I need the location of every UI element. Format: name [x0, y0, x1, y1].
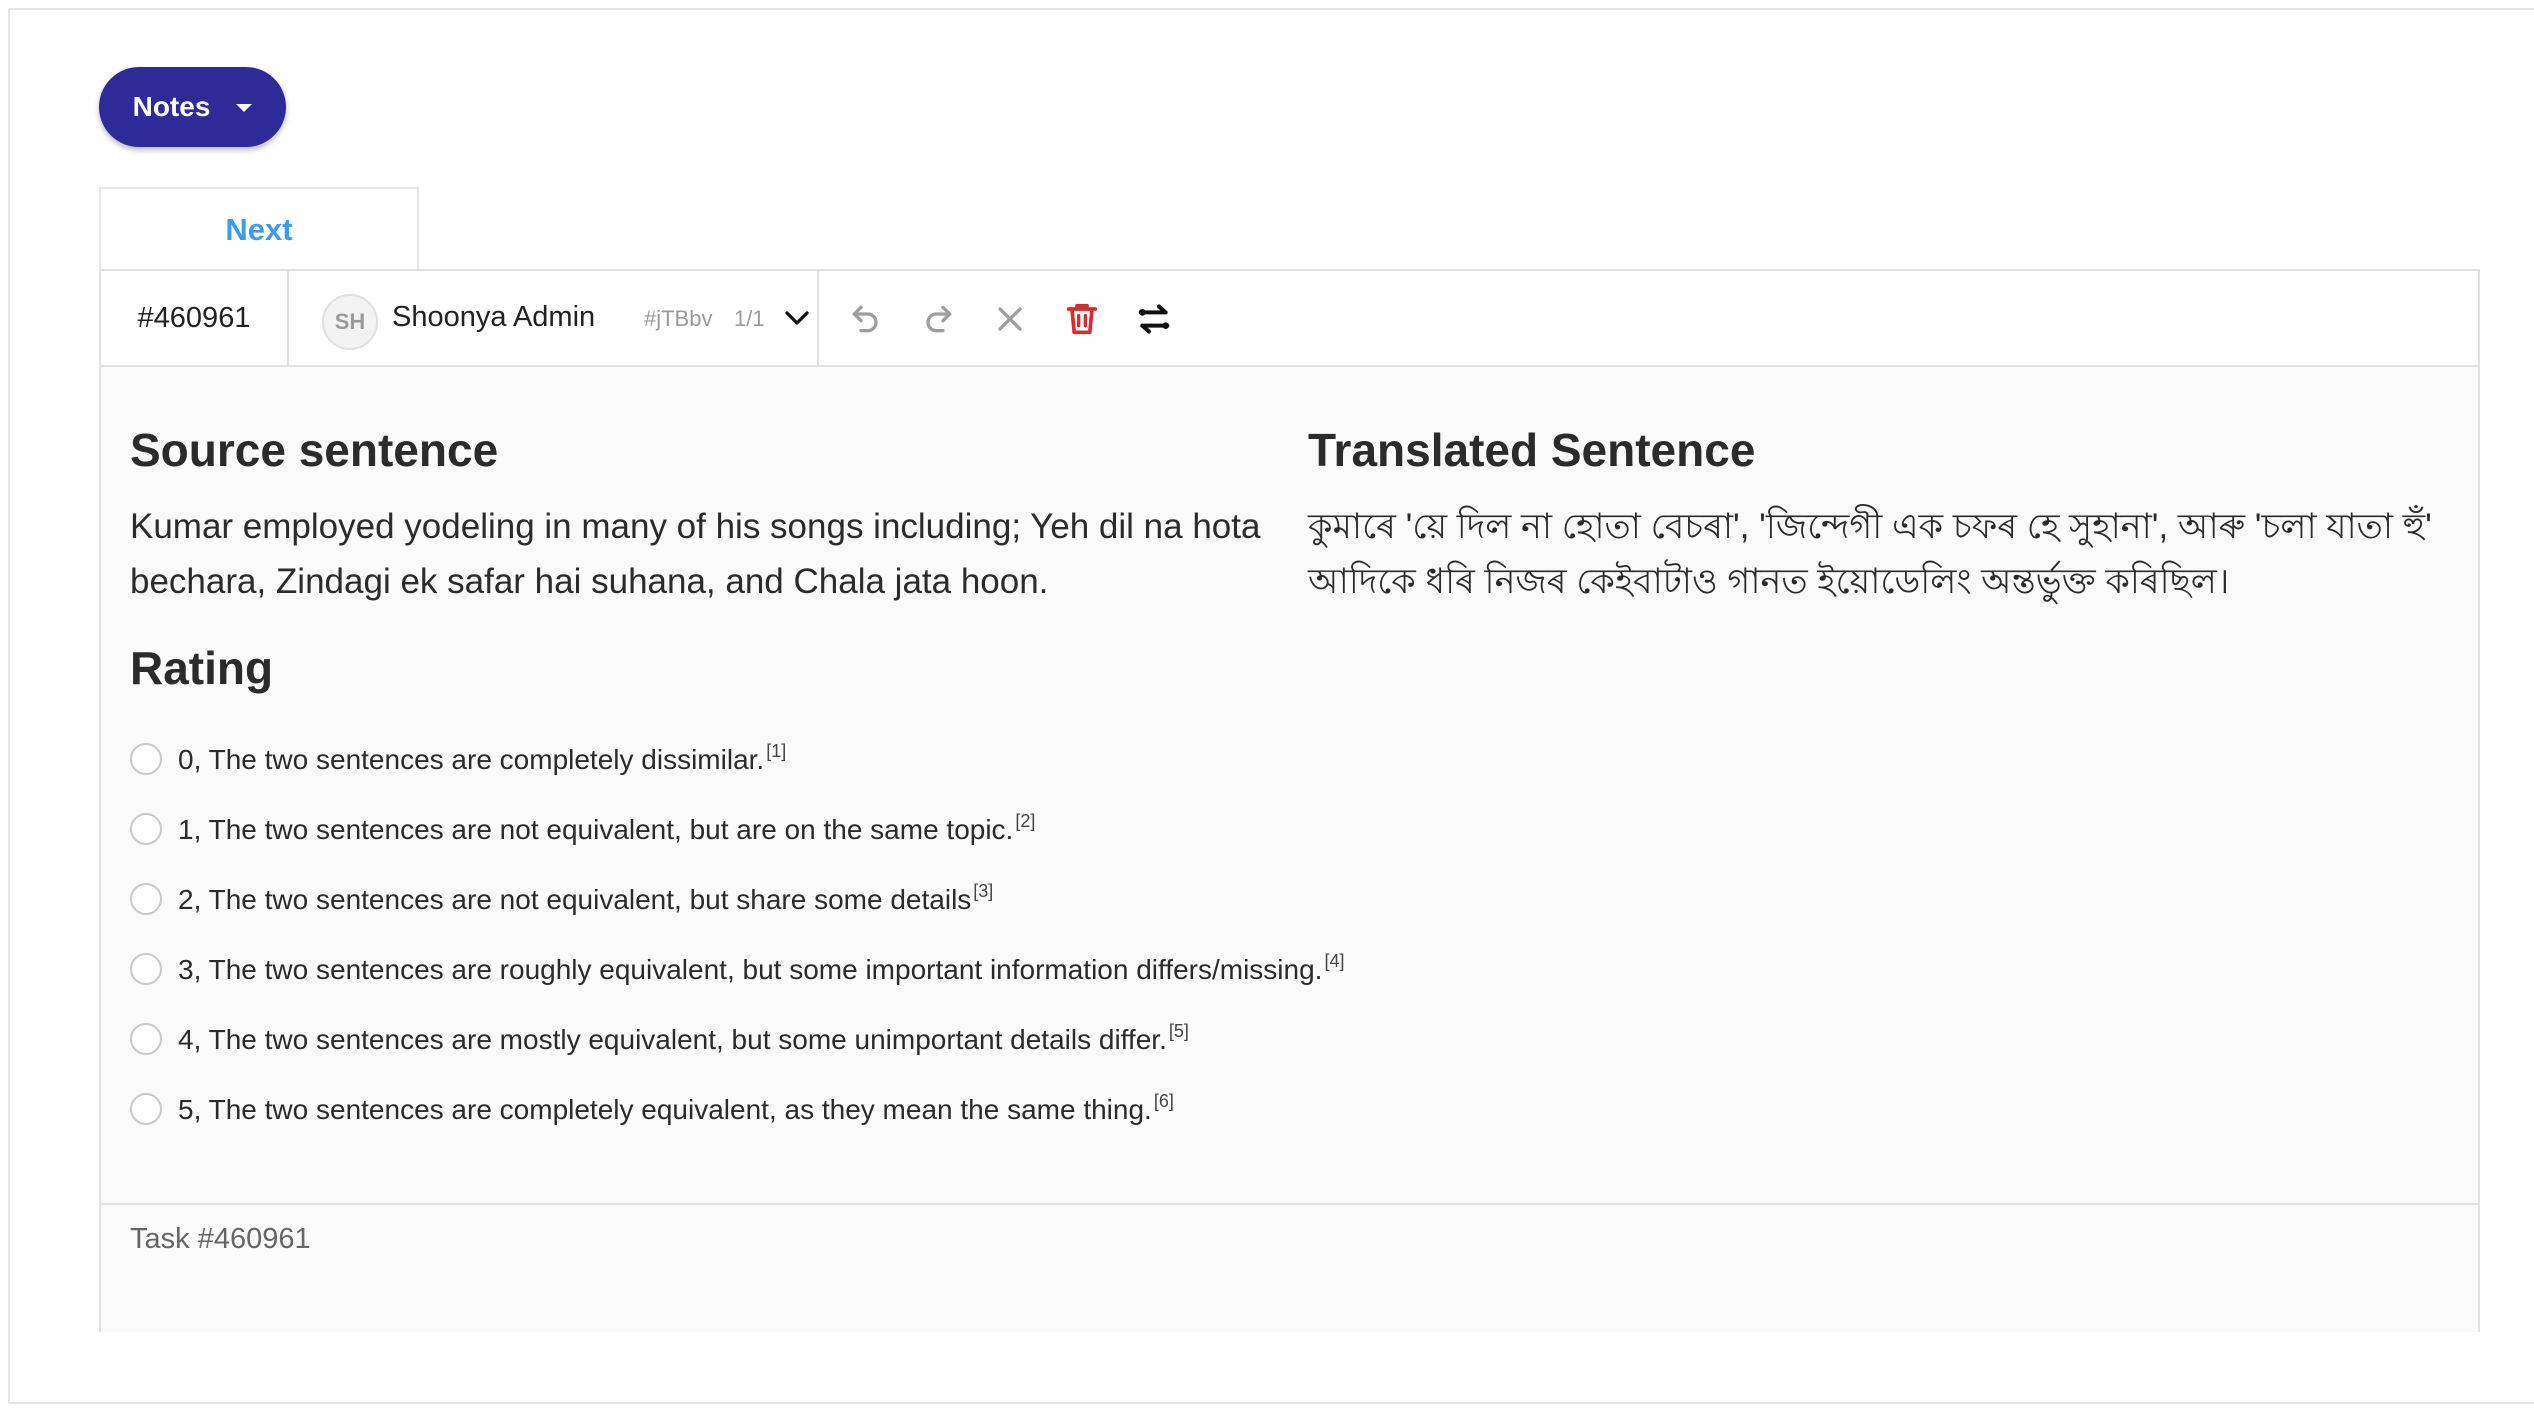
task-id: #460961 — [101, 271, 289, 365]
clear-icon[interactable] — [990, 299, 1030, 339]
annotator-hash: #jTBbv — [644, 306, 713, 331]
rating-option-label: 0, The two sentences are completely diss… — [178, 744, 765, 775]
notes-dropdown-button[interactable]: Notes — [99, 67, 286, 147]
rating-option-label: 2, The two sentences are not equivalent,… — [178, 884, 972, 915]
annotation-panel: #460961 SH Shoonya Admin #jTBbv 1/1 Sour… — [99, 269, 2480, 1332]
undo-icon[interactable] — [846, 299, 886, 339]
footnote-ref[interactable]: [5] — [1169, 1021, 1189, 1041]
source-sentence: Kumar employed yodeling in many of his s… — [130, 507, 1261, 601]
rating-option-1[interactable]: 1, The two sentences are not equivalent,… — [130, 811, 1035, 846]
radio-button[interactable] — [130, 952, 162, 985]
annotator-selector[interactable]: SH Shoonya Admin #jTBbv 1/1 — [289, 271, 819, 365]
notes-button-label: Notes — [132, 91, 211, 122]
chevron-down-icon[interactable] — [782, 303, 812, 333]
footnote-ref[interactable]: [3] — [973, 881, 993, 901]
translation-title: Translated Sentence — [1308, 424, 1756, 476]
redo-icon[interactable] — [918, 299, 958, 339]
annotation-count: 1/1 — [734, 306, 765, 331]
radio-button[interactable] — [130, 1092, 162, 1125]
next-button[interactable]: Next — [99, 187, 419, 271]
caret-down-icon — [236, 104, 253, 112]
radio-button[interactable] — [130, 812, 162, 845]
page-frame: Notes Next #460961 SH Shoonya Admin #jTB… — [8, 8, 2534, 1404]
rating-option-4[interactable]: 4, The two sentences are mostly equivale… — [130, 1021, 1189, 1056]
rating-option-5[interactable]: 5, The two sentences are completely equi… — [130, 1091, 1174, 1126]
rating-option-3[interactable]: 3, The two sentences are roughly equival… — [130, 951, 1344, 986]
rating-option-label: 4, The two sentences are mostly equivale… — [178, 1024, 1167, 1055]
footnote-ref[interactable]: [1] — [766, 741, 786, 761]
source-title: Source sentence — [130, 424, 499, 476]
task-footer: Task #460961 — [101, 1203, 2478, 1332]
rating-option-label: 5, The two sentences are completely equi… — [178, 1094, 1152, 1125]
rating-option-label: 3, The two sentences are roughly equival… — [178, 954, 1323, 985]
rating-option-0[interactable]: 0, The two sentences are completely diss… — [130, 741, 786, 776]
footnote-ref[interactable]: [2] — [1015, 811, 1035, 831]
delete-icon[interactable] — [1062, 299, 1102, 339]
annotator-name: Shoonya Admin — [392, 301, 596, 333]
radio-button[interactable] — [130, 882, 162, 915]
translated-sentence: কুমাৰে 'য়ে দিল না হোতা বেচৰা', 'জিন্দেগ… — [1308, 507, 2432, 601]
rating-option-2[interactable]: 2, The two sentences are not equivalent,… — [130, 881, 993, 916]
radio-button[interactable] — [130, 1022, 162, 1055]
rating-title: Rating — [130, 642, 274, 694]
annotation-toolbar: #460961 SH Shoonya Admin #jTBbv 1/1 — [101, 271, 2478, 367]
rating-option-label: 1, The two sentences are not equivalent,… — [178, 814, 1014, 845]
avatar: SH — [322, 294, 378, 350]
radio-button[interactable] — [130, 742, 162, 775]
task-footer-label: Task #460961 — [130, 1223, 311, 1255]
footnote-ref[interactable]: [4] — [1324, 951, 1344, 971]
swap-icon[interactable] — [1134, 299, 1174, 339]
footnote-ref[interactable]: [6] — [1154, 1091, 1174, 1111]
